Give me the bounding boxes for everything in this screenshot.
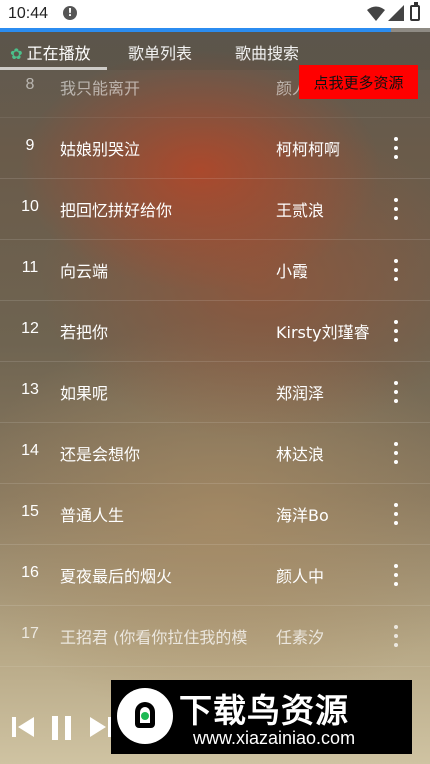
more-options-icon[interactable] <box>387 320 405 342</box>
song-number: 16 <box>21 564 39 581</box>
song-title: 如果呢 <box>60 384 109 403</box>
wifi-icon <box>367 6 385 26</box>
song-number: 9 <box>25 137 35 154</box>
battery-icon <box>410 2 420 21</box>
more-options-icon[interactable] <box>387 259 405 281</box>
song-number: 17 <box>21 625 39 642</box>
song-title: 王招君 (你看你拉住我的模 <box>60 628 248 647</box>
more-options-icon[interactable] <box>387 198 405 220</box>
song-artist: 柯柯柯啊 <box>276 140 341 159</box>
song-artist: 海洋Bo <box>276 506 329 525</box>
song-artist: 郑润泽 <box>276 384 325 403</box>
more-options-icon[interactable] <box>387 381 405 403</box>
more-resources-button[interactable]: 点我更多资源 <box>299 65 418 99</box>
watermark-url: www.xiazainiao.com <box>193 728 356 748</box>
song-row[interactable]: 13 如果呢 郑润泽 <box>0 361 430 423</box>
watermark-brand: 下载鸟资源 <box>179 691 349 730</box>
song-artist: 任素汐 <box>276 628 325 647</box>
song-artist: Kirsty刘瑾睿 <box>276 323 370 342</box>
more-options-icon[interactable] <box>387 137 405 159</box>
song-title: 姑娘别哭泣 <box>60 140 141 159</box>
song-artist: 颜人中 <box>276 567 325 586</box>
song-title: 还是会想你 <box>60 445 141 464</box>
song-title: 向云端 <box>60 262 109 281</box>
song-number: 10 <box>21 198 39 215</box>
song-artist: 王贰浪 <box>276 201 325 220</box>
signal-icon <box>388 5 404 25</box>
song-number: 14 <box>21 442 39 459</box>
song-row[interactable]: 10 把回忆拼好给你 王贰浪 <box>0 178 430 240</box>
more-options-icon[interactable] <box>387 503 405 525</box>
song-title: 若把你 <box>60 323 109 342</box>
more-options-icon[interactable] <box>387 442 405 464</box>
song-title: 夏夜最后的烟火 <box>60 567 173 586</box>
song-number: 12 <box>21 320 39 337</box>
song-row[interactable]: 17 王招君 (你看你拉住我的模 任素汐 <box>0 605 430 667</box>
song-number: 8 <box>25 76 35 93</box>
more-options-icon[interactable] <box>387 564 405 586</box>
alert-icon: ! <box>63 6 77 20</box>
song-row[interactable]: 16 夏夜最后的烟火 颜人中 <box>0 544 430 606</box>
bird-logo-icon <box>117 688 173 744</box>
song-number: 13 <box>21 381 39 398</box>
song-artist: 林达浪 <box>276 445 325 464</box>
more-options-icon[interactable] <box>387 625 405 647</box>
song-row[interactable]: 9 姑娘别哭泣 柯柯柯啊 <box>0 117 430 179</box>
song-number: 15 <box>21 503 39 520</box>
song-title: 普通人生 <box>60 506 125 525</box>
song-number: 11 <box>21 259 39 276</box>
song-artist: 小霞 <box>276 262 309 281</box>
previous-track-icon[interactable] <box>10 714 36 744</box>
song-title: 我只能离开 <box>60 79 141 98</box>
status-time: 10:44 <box>8 5 49 22</box>
song-row[interactable]: 11 向云端 小霞 <box>0 239 430 301</box>
status-bar: 10:44 ! <box>0 0 430 28</box>
song-title: 把回忆拼好给你 <box>60 201 173 220</box>
watermark-banner: 下载鸟资源 www.xiazainiao.com <box>111 680 412 754</box>
song-row[interactable]: 14 还是会想你 林达浪 <box>0 422 430 484</box>
pause-icon[interactable] <box>50 714 74 746</box>
song-row[interactable]: 12 若把你 Kirsty刘瑾睿 <box>0 300 430 362</box>
song-row[interactable]: 15 普通人生 海洋Bo <box>0 483 430 545</box>
